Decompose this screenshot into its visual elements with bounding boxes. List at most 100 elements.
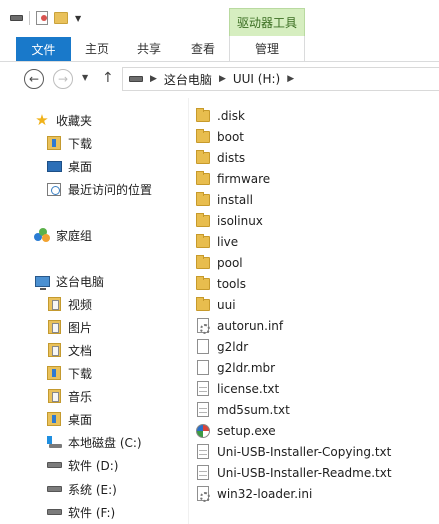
tab-home[interactable]: 主页 bbox=[74, 36, 120, 61]
breadcrumb-chevron-icon[interactable]: ▶ bbox=[150, 74, 157, 84]
folder-icon bbox=[195, 128, 211, 145]
sidebar-item-documents[interactable]: 文档 bbox=[46, 339, 92, 361]
tab-file[interactable]: 文件 bbox=[16, 37, 71, 61]
sidebar-item-label: 最近访问的位置 bbox=[68, 182, 153, 197]
properties-icon[interactable] bbox=[36, 11, 48, 25]
list-item[interactable]: Uni-USB-Installer-Readme.txt bbox=[195, 462, 392, 483]
recent-locations-chevron-icon[interactable]: ▼ bbox=[82, 73, 88, 82]
computer-icon bbox=[34, 273, 50, 290]
tab-view[interactable]: 查看 bbox=[180, 36, 226, 61]
list-item[interactable]: .disk bbox=[195, 105, 245, 126]
breadcrumb-this-pc[interactable]: 这台电脑 bbox=[164, 71, 212, 88]
sidebar-item-drive-f[interactable]: 软件 (F:) bbox=[46, 501, 115, 523]
customize-toolbar-chevron-icon[interactable]: ▼ bbox=[75, 14, 81, 23]
recent-places-icon bbox=[46, 181, 62, 197]
text-file-icon bbox=[195, 444, 211, 460]
hard-drive-icon bbox=[46, 481, 62, 497]
homegroup-icon bbox=[34, 227, 50, 243]
list-item[interactable]: isolinux bbox=[195, 210, 263, 231]
sidebar-item-label: 软件 (F:) bbox=[68, 505, 116, 520]
breadcrumb-chevron-icon[interactable]: ▶ bbox=[219, 74, 226, 84]
sidebar-item-music[interactable]: 音乐 bbox=[46, 385, 92, 407]
quick-access-toolbar: ▼ bbox=[10, 11, 81, 25]
file-name: license.txt bbox=[217, 381, 280, 396]
sidebar-item-pc-desktop[interactable]: 桌面 bbox=[46, 408, 92, 430]
desktop-folder-icon bbox=[46, 411, 62, 427]
folder-icon bbox=[195, 254, 211, 271]
sidebar-item-label: 文档 bbox=[68, 343, 93, 358]
tab-share[interactable]: 共享 bbox=[126, 36, 172, 61]
sidebar-item-drive-c[interactable]: 本地磁盘 (C:) bbox=[46, 431, 142, 453]
ribbon-tabs: 文件 主页 共享 查看 管理 bbox=[0, 36, 439, 62]
folder-icon bbox=[195, 170, 211, 187]
file-name: isolinux bbox=[217, 213, 263, 228]
list-item[interactable]: autorun.inf bbox=[195, 315, 283, 336]
hard-drive-icon bbox=[46, 504, 62, 520]
sidebar-item-drive-e[interactable]: 系统 (E:) bbox=[46, 478, 117, 500]
breadcrumb-drive[interactable]: UUI (H:) bbox=[233, 72, 280, 86]
list-item[interactable]: setup.exe bbox=[195, 420, 276, 441]
tab-manage[interactable]: 管理 bbox=[229, 36, 305, 61]
back-button[interactable]: ← bbox=[24, 69, 44, 89]
sidebar-item-label: 视频 bbox=[68, 297, 93, 312]
breadcrumb-chevron-icon[interactable]: ▶ bbox=[287, 74, 294, 84]
settings-file-icon bbox=[195, 318, 211, 334]
file-name: g2ldr bbox=[217, 339, 249, 354]
sidebar-item-label: 家庭组 bbox=[56, 228, 93, 243]
file-name: autorun.inf bbox=[217, 318, 284, 333]
list-item[interactable]: tools bbox=[195, 273, 246, 294]
sidebar-item-pictures[interactable]: 图片 bbox=[46, 316, 92, 338]
sidebar-item-drive-d[interactable]: 软件 (D:) bbox=[46, 454, 118, 476]
desktop-icon bbox=[46, 158, 62, 174]
text-file-icon bbox=[195, 465, 211, 481]
list-item[interactable]: dists bbox=[195, 147, 245, 168]
hard-drive-icon bbox=[46, 457, 62, 473]
file-name: tools bbox=[217, 276, 246, 291]
sidebar-item-label: 下载 bbox=[68, 366, 93, 381]
up-arrow-icon[interactable]: ↑ bbox=[102, 70, 114, 86]
folder-icon bbox=[195, 149, 211, 166]
file-name: .disk bbox=[217, 108, 245, 123]
downloads-folder-icon bbox=[46, 365, 62, 381]
file-name: pool bbox=[217, 255, 243, 270]
list-item[interactable]: g2ldr.mbr bbox=[195, 357, 275, 378]
list-item[interactable]: boot bbox=[195, 126, 244, 147]
sidebar-item-label: 收藏夹 bbox=[56, 113, 93, 128]
windows-drive-icon bbox=[46, 434, 62, 450]
sidebar-item-label: 本地磁盘 (C:) bbox=[68, 435, 142, 450]
blank-file-icon bbox=[195, 360, 211, 376]
forward-button[interactable]: → bbox=[53, 69, 73, 89]
folder-icon bbox=[195, 296, 211, 313]
documents-library-icon bbox=[46, 342, 62, 358]
folder-icon bbox=[195, 107, 211, 124]
sidebar-item-label: 图片 bbox=[68, 320, 93, 335]
sidebar-item-desktop[interactable]: 桌面 bbox=[46, 155, 92, 177]
file-name: setup.exe bbox=[217, 423, 276, 438]
drive-icon[interactable] bbox=[10, 15, 23, 21]
drive-tools-context-label: 驱动器工具 bbox=[229, 8, 305, 36]
sidebar-item-homegroup[interactable]: 家庭组 bbox=[34, 224, 92, 246]
list-item[interactable]: live bbox=[195, 231, 238, 252]
sidebar-item-videos[interactable]: 视频 bbox=[46, 293, 92, 315]
list-item[interactable]: license.txt bbox=[195, 378, 279, 399]
new-folder-icon[interactable] bbox=[54, 12, 68, 24]
file-name: live bbox=[217, 234, 239, 249]
drive-icon bbox=[129, 76, 143, 82]
list-item[interactable]: g2ldr bbox=[195, 336, 248, 357]
file-name: dists bbox=[217, 150, 246, 165]
list-item[interactable]: win32-loader.ini bbox=[195, 483, 312, 504]
list-item[interactable]: pool bbox=[195, 252, 243, 273]
list-item[interactable]: md5sum.txt bbox=[195, 399, 290, 420]
list-item[interactable]: firmware bbox=[195, 168, 270, 189]
text-file-icon bbox=[195, 381, 211, 397]
sidebar-item-downloads[interactable]: 下载 bbox=[46, 132, 92, 154]
list-item[interactable]: install bbox=[195, 189, 253, 210]
sidebar-item-recent-places[interactable]: 最近访问的位置 bbox=[46, 178, 152, 200]
navigation-pane: ★ 收藏夹 下载 桌面 最近访问的位置 家庭组 这台电脑 视频 图片 文档 下载… bbox=[0, 98, 188, 524]
sidebar-item-pc-downloads[interactable]: 下载 bbox=[46, 362, 92, 384]
address-bar[interactable]: ▶ 这台电脑 ▶ UUI (H:) ▶ bbox=[122, 67, 439, 91]
list-item[interactable]: uui bbox=[195, 294, 236, 315]
sidebar-item-favorites[interactable]: ★ 收藏夹 bbox=[34, 109, 92, 131]
sidebar-item-this-pc[interactable]: 这台电脑 bbox=[34, 270, 104, 292]
list-item[interactable]: Uni-USB-Installer-Copying.txt bbox=[195, 441, 391, 462]
